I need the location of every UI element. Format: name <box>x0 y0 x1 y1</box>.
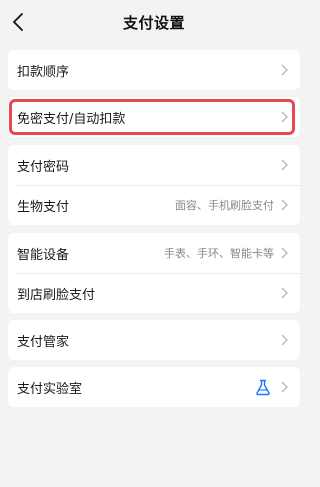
chevron-right-icon <box>280 63 288 77</box>
row-deduction-order[interactable]: 扣款顺序 <box>8 50 300 90</box>
page-title: 支付设置 <box>122 14 185 32</box>
settings-card-payment-butler: 支付管家 <box>8 320 300 360</box>
row-label: 免密支付/自动扣款 <box>17 111 126 127</box>
chevron-right-icon <box>280 246 288 260</box>
chevron-right-icon <box>280 198 288 212</box>
chevron-right-icon <box>280 380 288 394</box>
header: 支付设置 <box>0 0 308 44</box>
row-label: 到店刷脸支付 <box>17 287 96 303</box>
row-label: 智能设备 <box>17 247 70 263</box>
row-label: 生物支付 <box>17 199 70 215</box>
row-biometric-payment[interactable]: 生物支付 面容、手机刷脸支付 <box>8 185 300 225</box>
row-label: 支付管家 <box>17 334 70 350</box>
row-value: 手表、手环、智能卡等 <box>164 247 274 260</box>
settings-card-security: 支付密码 生物支付 面容、手机刷脸支付 <box>8 145 300 225</box>
chevron-right-icon <box>280 286 288 300</box>
row-payment-lab[interactable]: 支付实验室 <box>8 367 300 407</box>
row-in-store-face-pay[interactable]: 到店刷脸支付 <box>8 273 300 313</box>
row-label: 扣款顺序 <box>17 64 70 80</box>
row-label: 支付实验室 <box>17 381 83 397</box>
settings-card-devices: 智能设备 手表、手环、智能卡等 到店刷脸支付 <box>8 233 300 313</box>
settings-card-payment-lab: 支付实验室 <box>8 367 300 407</box>
chevron-right-icon <box>280 333 288 347</box>
row-payment-butler[interactable]: 支付管家 <box>8 320 300 360</box>
row-label: 支付密码 <box>17 159 70 175</box>
row-payment-password[interactable]: 支付密码 <box>8 145 300 185</box>
chevron-right-icon <box>280 110 288 124</box>
settings-card-password-free: 免密支付/自动扣款 <box>8 97 300 137</box>
flask-icon <box>254 378 272 396</box>
settings-card-deduction-order: 扣款顺序 <box>8 50 300 90</box>
chevron-right-icon <box>280 158 288 172</box>
row-value: 面容、手机刷脸支付 <box>175 199 274 212</box>
row-smart-devices[interactable]: 智能设备 手表、手环、智能卡等 <box>8 233 300 273</box>
row-password-free-auto-deduct[interactable]: 免密支付/自动扣款 <box>8 97 300 137</box>
